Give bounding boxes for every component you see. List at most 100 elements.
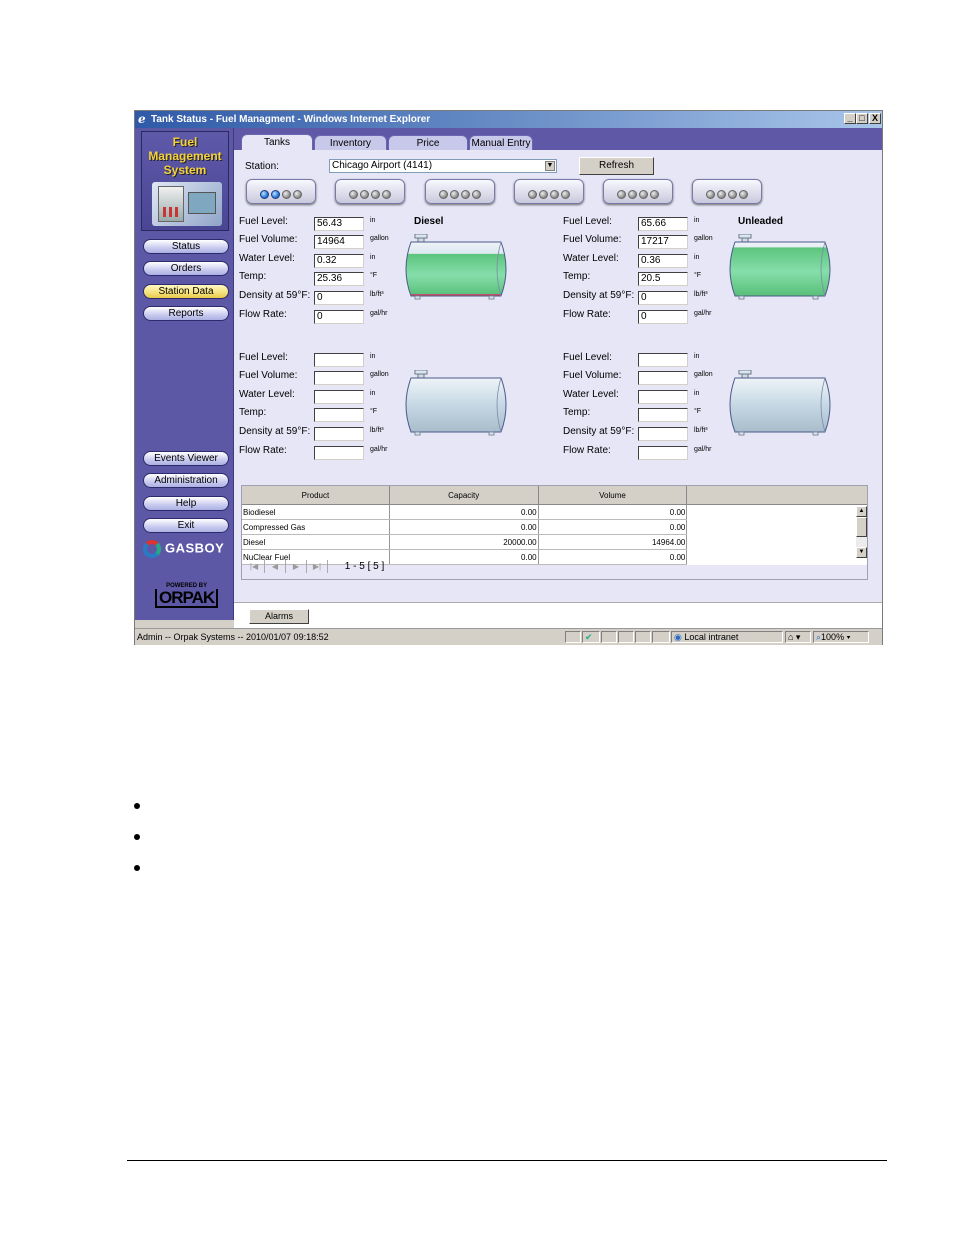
indicator-off-icon [528, 190, 537, 199]
nav-administration[interactable]: Administration [143, 473, 229, 488]
tank3-temp-field[interactable] [314, 408, 364, 422]
tank4-temp-field[interactable] [638, 408, 688, 422]
scroll-thumb[interactable] [856, 517, 867, 537]
tank4-fuel-volume-field[interactable] [638, 371, 688, 385]
main-panel: Tanks Inventory Price Manual Entry Stati… [234, 128, 882, 602]
unit-density: lb/ft³ [370, 427, 384, 434]
unit-fuel-volume: gallon [694, 235, 713, 242]
tank3-fuel-level-field[interactable] [314, 353, 364, 367]
last-page-icon[interactable]: ▶| [307, 560, 328, 573]
tank1-fuel-level-field[interactable]: 56.43 [314, 217, 364, 231]
tank-graphic [405, 234, 507, 300]
indicator-off-icon [706, 190, 715, 199]
tank3-fuel-volume-field[interactable] [314, 371, 364, 385]
nav-orders[interactable]: Orders [143, 261, 229, 276]
tank-selector-3[interactable] [425, 179, 495, 204]
unit-fuel-volume: gallon [694, 371, 713, 378]
status-text: Admin -- Orpak Systems -- 2010/01/07 09:… [137, 632, 329, 642]
tank-leg [414, 431, 421, 436]
table-row[interactable]: Compressed Gas 0.00 0.00 [242, 519, 867, 535]
tab-inventory[interactable]: Inventory [314, 135, 387, 150]
label-water-level: Water Level: [563, 389, 619, 400]
unit-temp: °F [370, 272, 378, 279]
tank2-fuel-level-field[interactable]: 65.66 [638, 217, 688, 231]
label-fuel-volume: Fuel Volume: [563, 234, 622, 245]
vertical-scrollbar[interactable]: ▲ ▼ [856, 506, 867, 558]
label-fuel-volume: Fuel Volume: [239, 234, 298, 245]
popup-blocker-icon[interactable]: ✔ [582, 631, 600, 643]
unit-density: lb/ft³ [370, 291, 384, 298]
title-bar: e Tank Status - Fuel Managment - Windows… [135, 111, 882, 128]
scroll-down-icon[interactable]: ▼ [856, 547, 867, 558]
station-select[interactable]: Chicago Airport (4141) ▼ [329, 159, 557, 173]
station-label: Station: [245, 161, 279, 172]
bullet-point [134, 865, 140, 871]
tank-selector-2[interactable] [335, 179, 405, 204]
tank1-flow-rate-field[interactable]: 0 [314, 310, 364, 324]
prev-page-icon[interactable]: ◀ [265, 560, 286, 573]
inventory-grid: Product Capacity Volume Biodiesel 0.00 0.0… [241, 485, 868, 580]
tank3-flow-rate-field[interactable] [314, 446, 364, 460]
protected-mode-icon[interactable]: ⌂ ▾ [785, 631, 811, 643]
tab-price[interactable]: Price [388, 135, 468, 150]
close-button[interactable]: X [869, 113, 881, 124]
tank-leg [738, 431, 745, 436]
table-row[interactable]: Biodiesel 0.00 0.00 [242, 504, 867, 520]
volume-cell: 0.00 [538, 519, 688, 535]
refresh-button[interactable]: Refresh [579, 157, 654, 175]
indicator-off-icon [550, 190, 559, 199]
tank-neck [741, 373, 749, 379]
tank2-water-level-field[interactable]: 0.36 [638, 254, 688, 268]
orpak-text: ORPAK [155, 589, 219, 608]
dropdown-arrow-icon[interactable]: ▼ [545, 161, 555, 171]
column-header-volume[interactable]: Volume [538, 486, 688, 505]
tank-selector-5[interactable] [603, 179, 673, 204]
sidebar: Fuel Management System Status Orders Sta… [135, 128, 234, 620]
tank-selector-4[interactable] [514, 179, 584, 204]
nav-status[interactable]: Status [143, 239, 229, 254]
tank2-fuel-volume-field[interactable]: 17217 [638, 235, 688, 249]
scroll-up-icon[interactable]: ▲ [856, 506, 867, 517]
tank2-flow-rate-field[interactable]: 0 [638, 310, 688, 324]
table-row[interactable]: Diesel 20000.00 14964.00 [242, 534, 867, 550]
label-flow-rate: Flow Rate: [563, 445, 611, 456]
tank1-water-level-field[interactable]: 0.32 [314, 254, 364, 268]
nav-events-viewer[interactable]: Events Viewer [143, 451, 229, 466]
column-header-product[interactable]: Product [242, 486, 390, 505]
tank1-density-field[interactable]: 0 [314, 291, 364, 305]
tank-selector-6[interactable] [692, 179, 762, 204]
first-page-icon[interactable]: |◀ [244, 560, 265, 573]
maximize-button[interactable]: □ [856, 113, 868, 124]
tank2-temp-field[interactable]: 20.5 [638, 272, 688, 286]
monitor-icon [188, 192, 216, 214]
indicator-off-icon [382, 190, 391, 199]
tab-manual-entry[interactable]: Manual Entry [469, 135, 533, 150]
label-water-level: Water Level: [239, 253, 295, 264]
next-page-icon[interactable]: ▶ [286, 560, 307, 573]
tank1-temp-field[interactable]: 25.36 [314, 272, 364, 286]
unit-flow-rate: gal/hr [694, 310, 712, 317]
nav-help[interactable]: Help [143, 496, 229, 511]
column-header-capacity[interactable]: Capacity [389, 486, 539, 505]
security-zone[interactable]: ◉ Local intranet [671, 631, 783, 643]
nav-station-data[interactable]: Station Data [143, 284, 229, 299]
alarms-button[interactable]: Alarms [249, 609, 309, 624]
label-fuel-level: Fuel Level: [239, 352, 288, 363]
tank4-water-level-field[interactable] [638, 390, 688, 404]
tank3-water-level-field[interactable] [314, 390, 364, 404]
tab-tanks[interactable]: Tanks [241, 134, 313, 150]
status-cell [618, 631, 634, 643]
tank4-flow-rate-field[interactable] [638, 446, 688, 460]
indicator-off-icon [472, 190, 481, 199]
zoom-control[interactable]: ⌕100% ▾ [813, 631, 869, 643]
minimize-button[interactable]: _ [844, 113, 856, 124]
tank-name: Unleaded [738, 216, 784, 227]
nav-exit[interactable]: Exit [143, 518, 229, 533]
tank3-density-field[interactable] [314, 427, 364, 441]
tank4-fuel-level-field[interactable] [638, 353, 688, 367]
tank4-density-field[interactable] [638, 427, 688, 441]
tank1-fuel-volume-field[interactable]: 14964 [314, 235, 364, 249]
tank2-density-field[interactable]: 0 [638, 291, 688, 305]
tank-selector-1[interactable] [246, 179, 316, 204]
nav-reports[interactable]: Reports [143, 306, 229, 321]
